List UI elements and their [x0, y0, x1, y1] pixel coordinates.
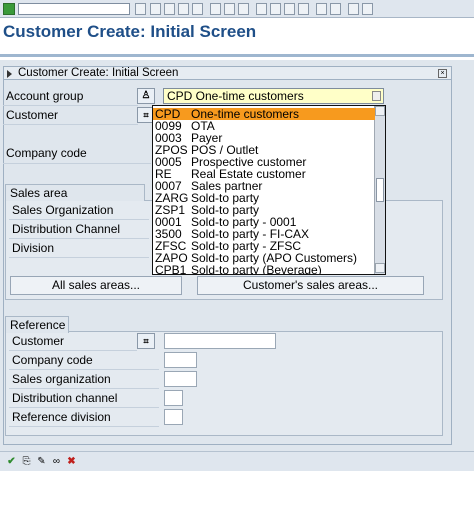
layout-icon[interactable] — [362, 3, 373, 15]
glasses-icon[interactable]: ∞ — [50, 455, 63, 468]
all-sales-areas-button[interactable]: All sales areas... — [10, 276, 182, 295]
cancel-icon[interactable]: ✖ — [65, 455, 78, 468]
company-code-label: Company code — [6, 146, 87, 160]
row-divider — [9, 219, 149, 220]
reference-sales-org-label: Sales organization — [12, 372, 111, 386]
reference-customer-label: Customer — [12, 334, 65, 348]
dropdown-option[interactable]: 0099 OTA — [153, 120, 375, 132]
account-group-list[interactable]: CPD One-time customers 0099 OTA 0003 Payer ZPO… — [152, 105, 386, 275]
last-page-icon[interactable] — [298, 3, 309, 15]
copy-icon[interactable]: ⎘ — [20, 455, 33, 468]
row-divider — [9, 388, 159, 389]
collapse-arrow-icon[interactable] — [7, 70, 12, 78]
sales-org-label: Sales Organization — [12, 203, 114, 217]
command-field[interactable] — [18, 3, 130, 15]
search-help-icon[interactable]: ⌗ — [137, 333, 155, 349]
exit-icon[interactable] — [178, 3, 189, 15]
reference-company-code-label: Company code — [12, 353, 93, 367]
chevron-down-icon[interactable] — [372, 91, 381, 101]
print-icon[interactable] — [210, 3, 221, 15]
footer-blank — [0, 471, 474, 518]
distribution-channel-label: Distribution Channel — [12, 222, 121, 236]
division-label: Division — [12, 241, 55, 255]
standard-toolbar — [0, 0, 474, 18]
reference-division-label: Reference division — [12, 410, 111, 424]
reference-customer-input[interactable] — [164, 333, 276, 349]
value-help-icon[interactable]: ♙ — [137, 88, 155, 104]
cancel-icon[interactable] — [192, 3, 203, 15]
scroll-down-icon[interactable] — [375, 263, 385, 273]
dropdown-icon[interactable] — [135, 3, 146, 15]
option-key: CPB1 — [155, 263, 187, 275]
account-group-dropdown[interactable]: CPD One-time customers — [163, 88, 384, 104]
first-page-icon[interactable] — [256, 3, 267, 15]
reference-division-input[interactable] — [164, 409, 183, 425]
reference-tab: Reference — [5, 316, 69, 333]
dropdown-option[interactable]: ZARG Sold-to party — [153, 192, 375, 204]
row-divider — [9, 426, 159, 427]
close-icon[interactable]: × — [438, 69, 447, 78]
reference-distribution-channel-input[interactable] — [164, 390, 183, 406]
find-next-icon[interactable] — [238, 3, 249, 15]
row-divider — [3, 124, 138, 125]
account-group-value: CPD One-time customers — [167, 89, 304, 103]
find-icon[interactable] — [224, 3, 235, 15]
frame-title: Customer Create: Initial Screen — [18, 67, 179, 79]
row-divider — [9, 257, 149, 258]
dropdown-option[interactable]: CPB1 Sold-to party (Beverage) — [153, 263, 375, 275]
row-divider — [9, 350, 137, 351]
reference-company-code-input[interactable] — [164, 352, 197, 368]
sales-area-tab: Sales area — [5, 184, 145, 201]
previous-page-icon[interactable] — [270, 3, 281, 15]
edit-icon[interactable]: ✎ — [35, 455, 48, 468]
next-page-icon[interactable] — [284, 3, 295, 15]
dropdown-option[interactable]: CPD One-time customers — [153, 108, 375, 120]
application-toolbar: ✔ ⎘ ✎ ∞ ✖ — [0, 451, 474, 471]
page-title: Customer Create: Initial Screen — [3, 22, 257, 41]
scroll-up-icon[interactable] — [375, 106, 385, 116]
customers-sales-areas-button[interactable]: Customer's sales areas... — [197, 276, 424, 295]
row-divider — [3, 105, 138, 106]
enter-icon[interactable] — [3, 3, 15, 15]
row-divider — [3, 163, 151, 164]
option-description: Sold-to party (Beverage) — [191, 263, 322, 275]
scroll-thumb[interactable] — [376, 178, 384, 202]
reference-distribution-channel-label: Distribution channel — [12, 391, 118, 405]
shortcut-icon[interactable] — [330, 3, 341, 15]
check-icon[interactable]: ✔ — [5, 455, 18, 468]
row-divider — [9, 369, 159, 370]
scrollbar[interactable] — [374, 106, 385, 274]
customer-label: Customer — [6, 108, 59, 122]
reference-sales-org-input[interactable] — [164, 371, 197, 387]
back-icon[interactable] — [164, 3, 175, 15]
row-divider — [9, 238, 149, 239]
save-icon[interactable] — [150, 3, 161, 15]
frame-header: Customer Create: Initial Screen × — [3, 66, 452, 80]
new-session-icon[interactable] — [316, 3, 327, 15]
row-divider — [9, 407, 159, 408]
dropdown-option[interactable]: RE Real Estate customer — [153, 168, 375, 180]
help-icon[interactable] — [348, 3, 359, 15]
